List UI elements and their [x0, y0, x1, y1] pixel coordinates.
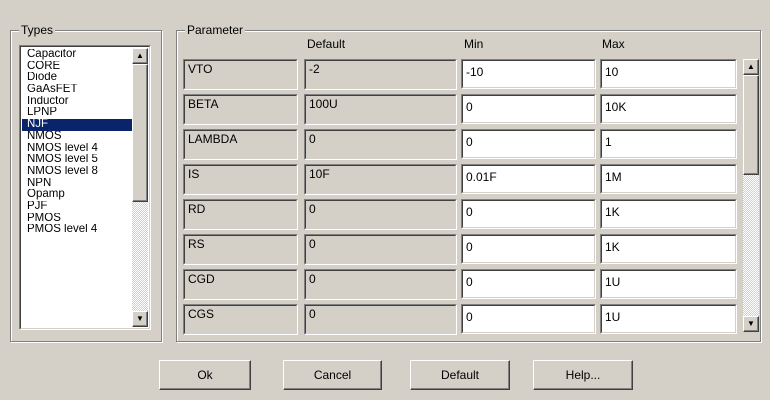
up-arrow-icon: ▲ [747, 62, 755, 71]
param-default-field: 0 [304, 129, 457, 160]
param-min-input[interactable]: 0 [461, 129, 596, 159]
param-name-field: CGD [183, 269, 298, 300]
param-default-field: 0 [304, 304, 457, 335]
list-item-nmos[interactable]: NMOS [22, 131, 134, 143]
param-name-field: IS [183, 164, 298, 195]
list-item-gaasfet[interactable]: GaAsFET [22, 84, 134, 96]
types-group-title: Types [19, 23, 56, 37]
types-listbox[interactable]: Capacitor CORE Diode GaAsFET Inductor LP… [19, 45, 151, 330]
param-max-input[interactable]: 10K [600, 94, 737, 124]
default-button[interactable]: Default [410, 360, 510, 390]
param-default-field: 0 [304, 269, 457, 300]
param-scroll-thumb[interactable] [743, 75, 759, 175]
list-item-nmos-level-4[interactable]: NMOS level 4 [22, 143, 134, 155]
param-max-input[interactable]: 1 [600, 129, 737, 159]
param-default-field: 10F [304, 164, 457, 195]
param-name-field: VTO [183, 59, 298, 90]
param-min-input[interactable]: 0 [461, 269, 596, 299]
param-min-input[interactable]: 0 [461, 304, 596, 334]
param-max-input[interactable]: 1U [600, 304, 737, 334]
param-max-input[interactable]: 1K [600, 234, 737, 264]
types-list: Capacitor CORE Diode GaAsFET Inductor LP… [22, 49, 134, 236]
param-name-field: LAMBDA [183, 129, 298, 160]
param-default-field: -2 [304, 59, 457, 90]
param-min-input[interactable]: -10 [461, 59, 596, 89]
param-min-input[interactable]: 0 [461, 94, 596, 124]
up-arrow-icon: ▲ [136, 51, 144, 60]
list-item-nmos-level-5[interactable]: NMOS level 5 [22, 154, 134, 166]
list-item-opamp[interactable]: Opamp [22, 189, 134, 201]
param-scroll-down-button[interactable]: ▼ [743, 316, 759, 332]
param-name-field: RD [183, 199, 298, 230]
param-name-field: CGS [183, 304, 298, 335]
parameter-group-title: Parameter [185, 23, 246, 37]
param-max-input[interactable]: 1K [600, 199, 737, 229]
param-min-input[interactable]: 0 [461, 234, 596, 264]
param-max-input[interactable]: 10 [600, 59, 737, 89]
types-scrollbar[interactable]: ▲ ▼ [132, 48, 148, 327]
parameter-scrollbar[interactable]: ▲ ▼ [743, 59, 759, 332]
param-default-field: 0 [304, 199, 457, 230]
list-item-capacitor[interactable]: Capacitor [22, 49, 134, 61]
header-min: Min [464, 37, 484, 51]
cancel-button[interactable]: Cancel [283, 360, 382, 390]
param-name-field: BETA [183, 94, 298, 125]
ok-button[interactable]: Ok [159, 360, 251, 390]
header-max: Max [602, 37, 625, 51]
list-item-pmos-level-4[interactable]: PMOS level 4 [22, 224, 134, 236]
down-arrow-icon: ▼ [136, 314, 144, 323]
list-item-nmos-level-8[interactable]: NMOS level 8 [22, 166, 134, 178]
list-item-npn[interactable]: NPN [22, 178, 134, 190]
header-default: Default [307, 37, 346, 51]
list-item-inductor[interactable]: Inductor [22, 96, 134, 108]
param-max-input[interactable]: 1U [600, 269, 737, 299]
list-item-lpnp[interactable]: LPNP [22, 107, 134, 119]
list-item-pjf[interactable]: PJF [22, 201, 134, 213]
param-min-input[interactable]: 0 [461, 199, 596, 229]
param-default-field: 100U [304, 94, 457, 125]
list-item-core[interactable]: CORE [22, 61, 134, 73]
list-item-pmos[interactable]: PMOS [22, 213, 134, 225]
types-scroll-down-button[interactable]: ▼ [132, 311, 148, 327]
list-item-njf[interactable]: NJF [22, 119, 134, 131]
list-item-diode[interactable]: Diode [22, 72, 134, 84]
types-scroll-up-button[interactable]: ▲ [132, 48, 148, 64]
help-button[interactable]: Help... [533, 360, 633, 390]
param-name-field: RS [183, 234, 298, 265]
down-arrow-icon: ▼ [747, 319, 755, 328]
param-scroll-up-button[interactable]: ▲ [743, 59, 759, 75]
param-max-input[interactable]: 1M [600, 164, 737, 194]
types-scroll-thumb[interactable] [132, 64, 148, 202]
param-min-input[interactable]: 0.01F [461, 164, 596, 194]
param-default-field: 0 [304, 234, 457, 265]
